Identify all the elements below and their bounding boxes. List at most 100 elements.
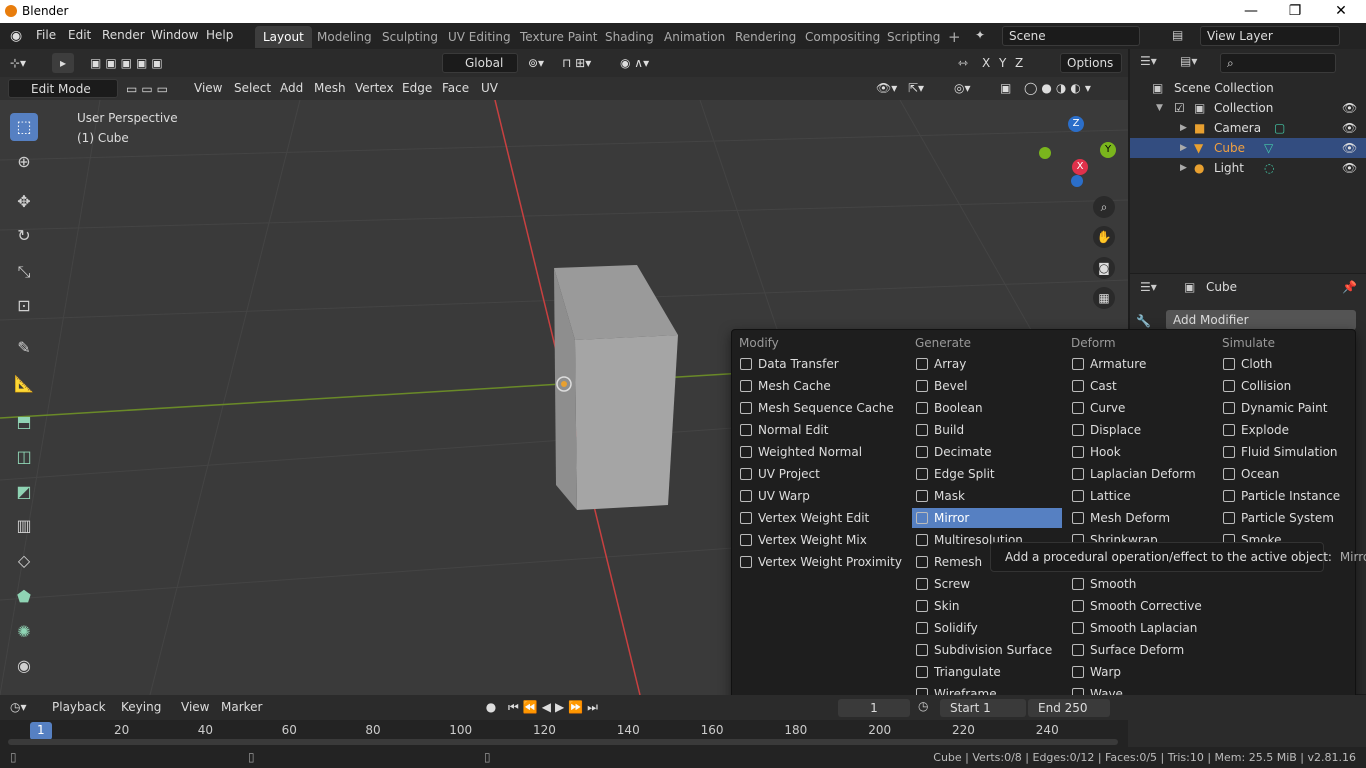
timeline-menu-playback[interactable]: Playback (52, 697, 106, 717)
tab-compositing[interactable]: Compositing (797, 26, 888, 48)
modifier-decimate[interactable]: Decimate (912, 442, 1062, 462)
modifier-mirror[interactable]: Mirror (912, 508, 1062, 528)
modifier-displace[interactable]: Displace (1068, 420, 1213, 440)
pivot-icon[interactable]: ⊚▾ (528, 53, 556, 73)
modifier-mesh-deform[interactable]: Mesh Deform (1068, 508, 1213, 528)
smooth-tool-icon[interactable]: ◉ (10, 652, 38, 680)
gizmo-z-axis[interactable]: Z (1068, 116, 1084, 132)
close-button[interactable]: ✕ (1326, 2, 1356, 20)
modifier-hook[interactable]: Hook (1068, 442, 1213, 462)
modifier-vertex-weight-mix[interactable]: Vertex Weight Mix (736, 530, 906, 550)
modifier-bevel[interactable]: Bevel (912, 376, 1062, 396)
pin-icon[interactable]: 📌 (1342, 280, 1357, 294)
tool-tab-icon[interactable]: 🔧 (1136, 314, 1151, 328)
view-layer-icon[interactable]: ▤ (1172, 28, 1183, 42)
pan-hand-icon[interactable]: ✋ (1093, 226, 1115, 248)
scene-name-field[interactable]: Scene (1002, 26, 1140, 46)
modifier-fluid-simulation[interactable]: Fluid Simulation (1219, 442, 1349, 462)
timeline-menu-view[interactable]: View (181, 697, 209, 717)
modifier-screw[interactable]: Screw (912, 574, 1062, 594)
outliner-row-cube[interactable]: ▶ ▼ Cube ▽ 👁 (1130, 138, 1366, 158)
scale-tool-icon[interactable]: ⤡ (10, 258, 38, 286)
expand-icon[interactable]: ▶ (1180, 138, 1187, 158)
modifier-build[interactable]: Build (912, 420, 1062, 440)
select-tool-icon[interactable]: ▸ (52, 53, 74, 73)
checkbox-icon[interactable]: ☑ (1174, 98, 1185, 118)
properties-type-icon[interactable]: ☰▾ (1140, 280, 1157, 294)
gizmo-toggle-icon[interactable]: ⇱▾ (908, 78, 946, 98)
ortho-grid-icon[interactable]: ▦ (1093, 287, 1115, 309)
modifier-ocean[interactable]: Ocean (1219, 464, 1349, 484)
tab-layout[interactable]: Layout (255, 26, 312, 48)
vp-menu-face[interactable]: Face (442, 78, 469, 98)
modifier-cloth[interactable]: Cloth (1219, 354, 1349, 374)
gizmo-y-axis[interactable]: Y (1100, 142, 1116, 158)
editor-type-icon[interactable]: ⊹▾ (10, 53, 40, 73)
vp-menu-view[interactable]: View (194, 78, 222, 98)
modifier-smooth-corrective[interactable]: Smooth Corrective (1068, 596, 1213, 616)
restore-button[interactable]: ❐ (1280, 2, 1310, 20)
modifier-triangulate[interactable]: Triangulate (912, 662, 1062, 682)
rotate-tool-icon[interactable]: ↻ (10, 222, 38, 250)
modifier-armature[interactable]: Armature (1068, 354, 1213, 374)
menu-window[interactable]: Window (151, 28, 198, 42)
expand-icon[interactable]: ▼ (1156, 98, 1163, 118)
camera-view-icon[interactable]: ◙ (1093, 257, 1115, 279)
modifier-mesh-cache[interactable]: Mesh Cache (736, 376, 906, 396)
modifier-subdivision-surface[interactable]: Subdivision Surface (912, 640, 1062, 660)
mesh-data-icon[interactable]: ▽ (1264, 138, 1273, 158)
eye-icon[interactable]: 👁 (1342, 158, 1357, 178)
overlay-toggle-icon[interactable]: ◎▾ (954, 78, 992, 98)
modifier-weighted-normal[interactable]: Weighted Normal (736, 442, 906, 462)
modifier-dynamic-paint[interactable]: Dynamic Paint (1219, 398, 1349, 418)
modifier-solidify[interactable]: Solidify (912, 618, 1062, 638)
display-mode-icon[interactable]: ▤▾ (1180, 54, 1197, 68)
modifier-smooth-laplacian[interactable]: Smooth Laplacian (1068, 618, 1213, 638)
measure-tool-icon[interactable]: 📐 (10, 370, 38, 398)
modifier-uv-warp[interactable]: UV Warp (736, 486, 906, 506)
shading-mode-icons[interactable]: ◯●◑◐▾ (1024, 78, 1114, 98)
snap-icon[interactable]: ⊓ ⊞▾ (562, 53, 612, 73)
move-tool-icon[interactable]: ✥ (10, 188, 38, 216)
vp-menu-add[interactable]: Add (280, 78, 303, 98)
axis-z-toggle[interactable]: Z (1015, 53, 1025, 73)
modifier-lattice[interactable]: Lattice (1068, 486, 1213, 506)
tab-modeling[interactable]: Modeling (309, 26, 380, 48)
modifier-particle-system[interactable]: Particle System (1219, 508, 1349, 528)
outliner-search-input[interactable]: ⌕ (1220, 53, 1336, 73)
transform-orientation-select[interactable]: Global (442, 53, 518, 73)
transform-tool-icon[interactable]: ⊡ (10, 292, 38, 320)
modifier-uv-project[interactable]: UV Project (736, 464, 906, 484)
tab-animation[interactable]: Animation (656, 26, 733, 48)
tab-scripting[interactable]: Scripting (879, 26, 948, 48)
menu-file[interactable]: File (36, 28, 56, 42)
modifier-cast[interactable]: Cast (1068, 376, 1213, 396)
outliner-row-collection[interactable]: ▼ ☑ ▣ Collection 👁 (1130, 98, 1366, 118)
eye-icon[interactable]: 👁 (1342, 98, 1357, 118)
vp-menu-uv[interactable]: UV (481, 78, 498, 98)
timeline-track[interactable]: 1 20 40 60 80 100 120 140 160 180 200 220 240 (0, 720, 1128, 747)
modifier-data-transfer[interactable]: Data Transfer (736, 354, 906, 374)
record-icon[interactable]: ● (482, 697, 500, 717)
modifier-boolean[interactable]: Boolean (912, 398, 1062, 418)
modifier-mask[interactable]: Mask (912, 486, 1062, 506)
blender-menu-icon[interactable]: ◉ (10, 28, 22, 44)
modifier-skin[interactable]: Skin (912, 596, 1062, 616)
expand-icon[interactable]: ▶ (1180, 118, 1187, 138)
modifier-smooth[interactable]: Smooth (1068, 574, 1213, 594)
current-frame-field[interactable]: 1 (838, 699, 910, 717)
spin-tool-icon[interactable]: ✺ (10, 618, 38, 646)
modifier-particle-instance[interactable]: Particle Instance (1219, 486, 1349, 506)
vp-menu-mesh[interactable]: Mesh (314, 78, 346, 98)
modifier-array[interactable]: Array (912, 354, 1062, 374)
xray-toggle-icon[interactable]: ▣ (1000, 78, 1020, 98)
knife-tool-icon[interactable]: ◇ (10, 547, 38, 575)
expand-icon[interactable]: ▶ (1180, 158, 1187, 178)
menu-help[interactable]: Help (206, 28, 233, 42)
modifier-mesh-sequence-cache[interactable]: Mesh Sequence Cache (736, 398, 906, 418)
modifier-edge-split[interactable]: Edge Split (912, 464, 1062, 484)
end-frame-field[interactable]: End 250 (1028, 699, 1110, 717)
select-box-tool-icon[interactable]: ⬚ (10, 113, 38, 141)
modifier-collision[interactable]: Collision (1219, 376, 1349, 396)
options-dropdown[interactable]: Options (1060, 53, 1122, 73)
